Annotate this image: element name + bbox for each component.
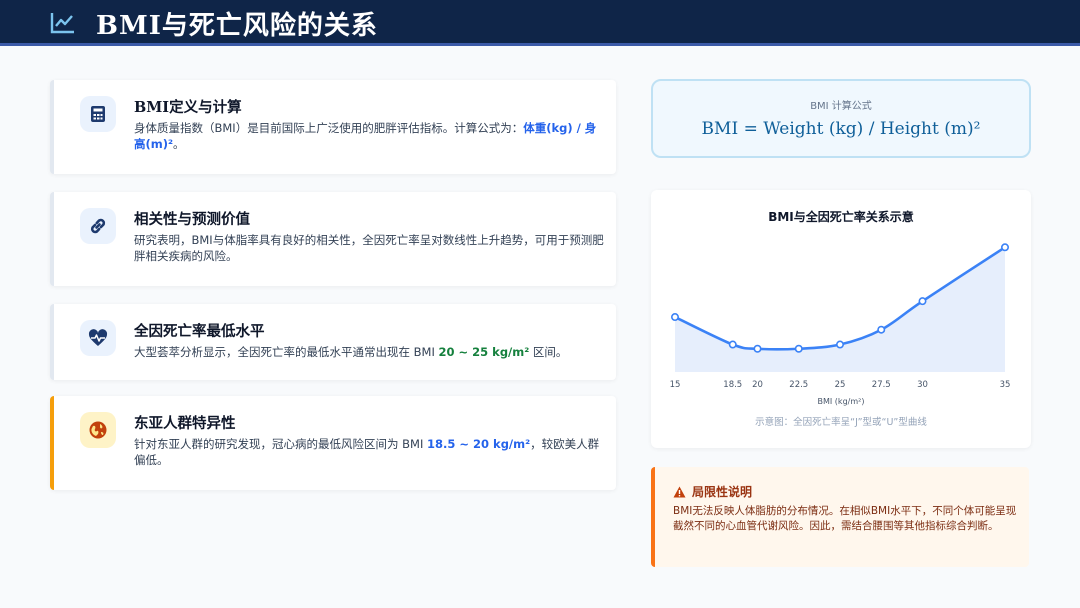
card-title: BMI定义与计算 (134, 99, 242, 116)
chart-area-fill (675, 247, 1005, 372)
formula-label: BMI 计算公式 (810, 101, 872, 112)
card-body: 身体质量指数（BMI）是目前国际上广泛使用的肥胖评估指标。计算公式为：体重(kg… (134, 121, 597, 151)
card-bmi-definition: BMI定义与计算 身体质量指数（BMI）是目前国际上广泛使用的肥胖评估指标。计算… (50, 80, 616, 174)
limitation-title: 局限性说明 (692, 485, 753, 499)
chart-point (670, 313, 679, 322)
chart-caption: 示意图：全因死亡率呈“J”型或“U”型曲线 (755, 416, 927, 428)
chart-point (728, 340, 737, 349)
warning-icon (673, 486, 686, 497)
chart-point (877, 325, 886, 334)
limitation-header: 局限性说明 (673, 483, 752, 500)
x-tick-label: 18.5 (723, 380, 742, 390)
chart-title: BMI与全因死亡率关系示意 (768, 209, 914, 224)
heart-pulse-icon (80, 320, 116, 356)
x-tick-label: 20 (752, 380, 763, 390)
card-lowest-mortality: 全因死亡率最低水平 大型荟萃分析显示，全因死亡率的最低水平通常出现在 BMI 2… (50, 304, 616, 380)
formula-box: BMI 计算公式 BMI = Weight (kg) / Height (m)² (651, 79, 1031, 158)
card-title: 全因死亡率最低水平 (134, 323, 265, 340)
globe-asia-icon (80, 412, 116, 448)
range-highlight: 18.5 ~ 20 kg/m² (427, 437, 531, 451)
x-tick-label: 30 (917, 380, 928, 390)
limitation-box: 局限性说明 BMI无法反映人体脂肪的分布情况。在相似BMI水平下，不同个体可能呈… (651, 467, 1029, 567)
x-axis-label: BMI (kg/m²) (818, 397, 865, 406)
card-title: 相关性与预测价值 (134, 211, 250, 228)
card-east-asian: 东亚人群特异性 针对东亚人群的研究发现，冠心病的最低风险区间为 BMI 18.5… (50, 396, 616, 490)
chart-point (918, 297, 927, 306)
x-tick-label: 25 (835, 380, 846, 390)
card-title: 东亚人群特异性 (134, 415, 236, 432)
limitation-body: BMI无法反映人体脂肪的分布情况。在相似BMI水平下，不同个体可能呈现截然不同的… (673, 505, 1017, 532)
chart-point (753, 344, 762, 353)
card-correlation: 相关性与预测价值 研究表明，BMI与体脂率具有良好的相关性，全因死亡率呈对数线性… (50, 192, 616, 286)
chart-point (836, 340, 845, 349)
chart-line-icon (50, 13, 74, 34)
card-body: 针对东亚人群的研究发现，冠心病的最低风险区间为 BMI 18.5 ~ 20 kg… (134, 437, 600, 467)
bmi-mortality-chart: BMI与全因死亡率关系示意 15 18.5 20 22.5 25 27.5 30 35 BMI… (670, 209, 1011, 428)
card-body: 大型荟萃分析显示，全因死亡率的最低水平通常出现在 BMI 20 ~ 25 kg/… (134, 345, 568, 359)
formula-text: BMI = Weight (kg) / Height (m)² (701, 119, 981, 139)
x-tick-label: 35 (1000, 380, 1011, 390)
header-bar: BMI与死亡风险的关系 (0, 0, 1080, 46)
link-icon (80, 208, 116, 244)
card-body: 研究表明，BMI与体脂率具有良好的相关性，全因死亡率呈对数线性上升趋势，可用于预… (134, 233, 604, 263)
chart-point (1000, 243, 1009, 252)
x-tick-label: 27.5 (872, 380, 891, 390)
page-title: BMI与死亡风险的关系 (96, 11, 378, 41)
x-tick-label: 22.5 (789, 380, 808, 390)
chart-card: BMI与全因死亡率关系示意 15 18.5 20 22.5 25 27.5 30 35 BMI… (651, 190, 1031, 448)
chart-point (794, 344, 803, 353)
x-tick-label: 15 (670, 380, 681, 390)
calculator-icon (80, 96, 116, 132)
range-highlight: 20 ~ 25 kg/m² (438, 345, 530, 359)
